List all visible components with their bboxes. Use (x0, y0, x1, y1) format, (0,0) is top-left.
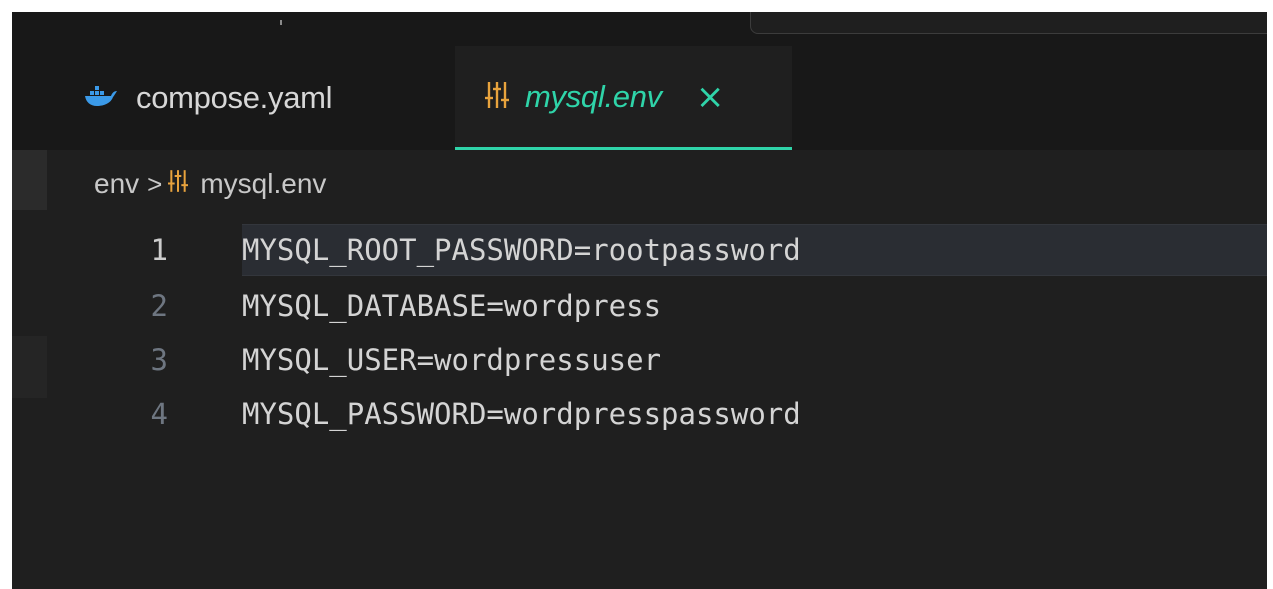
title-fragment (280, 20, 282, 25)
command-center-box[interactable] (750, 12, 1267, 34)
line-number: 2 (150, 289, 168, 323)
tab-mysql-env[interactable]: mysql.env × (455, 46, 792, 150)
code-text[interactable]: MYSQL_PASSWORD=wordpresspassword (242, 397, 801, 431)
line-number: 4 (150, 397, 168, 431)
line-number: 1 (150, 233, 168, 267)
docker-whale-icon (84, 85, 118, 111)
tab-label: mysql.env (525, 78, 662, 114)
close-icon[interactable]: × (696, 80, 725, 114)
breadcrumb-file[interactable]: mysql.env (200, 168, 326, 200)
breadcrumb-folder[interactable]: env (94, 168, 139, 200)
breadcrumb-separator: > (147, 168, 163, 199)
code-line[interactable]: 4 MYSQL_PASSWORD=wordpresspassword (12, 388, 1267, 440)
code-text[interactable]: MYSQL_USER=wordpressuser (242, 343, 661, 377)
editor-area[interactable]: env > mysql.env 1 MYSQL_ROOT_PASSWORD=ro… (12, 150, 1267, 589)
activity-strip (12, 150, 47, 210)
code-line[interactable]: 3 MYSQL_USER=wordpressuser (12, 334, 1267, 386)
breadcrumb: env > mysql.env (94, 164, 326, 204)
env-settings-icon (168, 168, 189, 201)
title-area (12, 12, 1267, 46)
line-number: 3 (150, 343, 168, 377)
tab-label: compose.yaml (136, 80, 333, 115)
code-text[interactable]: MYSQL_DATABASE=wordpress (242, 289, 661, 323)
code-text[interactable]: MYSQL_ROOT_PASSWORD=rootpassword (242, 233, 801, 267)
env-settings-icon (485, 80, 509, 114)
tab-bar: compose.yaml mysql.env × (12, 46, 1267, 150)
code-line[interactable]: 2 MYSQL_DATABASE=wordpress (12, 280, 1267, 332)
tab-compose-yaml[interactable]: compose.yaml (76, 46, 452, 150)
code-line[interactable]: 1 MYSQL_ROOT_PASSWORD=rootpassword (12, 224, 1267, 276)
editor-window: compose.yaml mysql.env × env > mysql.env… (12, 12, 1267, 589)
